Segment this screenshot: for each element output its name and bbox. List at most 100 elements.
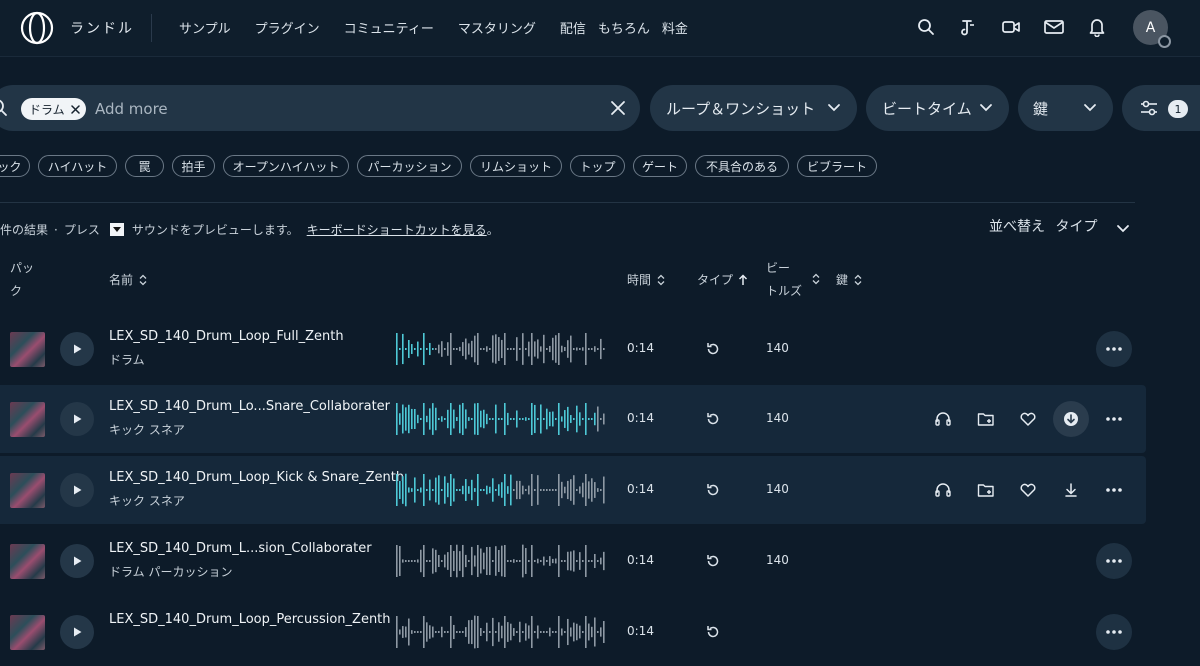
waveform-bar [489, 418, 491, 420]
tag-rimshot[interactable]: リムショット [470, 155, 562, 177]
waveform-bar [576, 560, 578, 562]
more-options-button[interactable] [1102, 478, 1126, 502]
video-icon[interactable] [1000, 16, 1022, 38]
col-type-header[interactable]: タイプ [697, 271, 748, 288]
search-icon[interactable] [915, 16, 937, 38]
waveform-bar [540, 346, 542, 352]
bpm-filter-dropdown[interactable]: ビートタイム [866, 85, 1009, 131]
more-options-button[interactable] [1096, 614, 1132, 650]
tag-snare[interactable]: 罠 [125, 155, 164, 177]
tag-vibrato[interactable]: ビブラート [797, 155, 877, 177]
more-filters-button[interactable] [1122, 85, 1200, 131]
waveform[interactable] [396, 402, 608, 436]
brand-name[interactable]: ランドル [70, 18, 134, 38]
tag-hihat[interactable]: ハイハット [38, 155, 117, 177]
nav-samples[interactable]: サンプル [179, 18, 231, 37]
play-button[interactable] [60, 615, 94, 649]
nav-community[interactable]: コミュニティー [344, 18, 434, 37]
sample-row[interactable]: LEX_SD_140_Drum_Loop_Kick & Snare_Zenth キ… [0, 456, 1146, 524]
more-options-button[interactable] [1102, 407, 1126, 431]
search-chip[interactable]: ドラム [21, 98, 86, 120]
waveform-bar [537, 475, 539, 505]
tag-kick[interactable]: ック [0, 155, 30, 177]
waveform-bar [540, 560, 542, 562]
more-options-icon [1106, 559, 1122, 563]
sample-duration: 0:14 [627, 624, 654, 638]
search-icon[interactable] [0, 98, 10, 122]
arrow-up-icon [738, 273, 748, 285]
tag-gate[interactable]: ゲート [633, 155, 687, 177]
play-button[interactable] [60, 332, 94, 366]
preview-add-button[interactable] [931, 407, 955, 431]
nav-pricing[interactable]: 料金 [662, 18, 688, 37]
sample-row[interactable]: LEX_SD_140_Drum_Loop_Full_Zenth ドラム 0:14 14… [0, 315, 1146, 383]
sample-name[interactable]: LEX_SD_140_Drum_Lo...Snare_Collaborater [109, 399, 390, 414]
download-button[interactable] [1059, 478, 1083, 502]
sort-control[interactable]: 並べ替え タイプ [989, 216, 1097, 236]
more-options-button[interactable] [1096, 331, 1132, 367]
tag-glitch[interactable]: 不具合のある [695, 155, 789, 177]
play-button[interactable] [60, 402, 94, 436]
sample-name[interactable]: LEX_SD_140_Drum_Loop_Percussion_Zenth [109, 612, 391, 627]
waveform-bar [579, 552, 581, 570]
sample-name[interactable]: LEX_SD_140_Drum_L...sion_Collaborater [109, 541, 372, 556]
sample-row[interactable]: LEX_SD_140_Drum_Lo...Snare_Collaborater キ… [0, 385, 1146, 453]
like-button[interactable] [1016, 478, 1040, 502]
sort-icon[interactable] [811, 273, 821, 285]
mail-icon[interactable] [1043, 16, 1065, 38]
remove-chip-icon[interactable] [70, 104, 80, 114]
key-filter-dropdown[interactable]: 鍵 [1018, 85, 1113, 131]
col-time-header[interactable]: 時間 [627, 271, 666, 288]
nav-of-course[interactable]: もちろん [598, 18, 650, 37]
waveform-bar [462, 631, 464, 633]
waveform[interactable] [396, 544, 608, 578]
col-key-header[interactable]: 鍵 [836, 271, 863, 288]
waveform[interactable] [396, 615, 608, 649]
sample-name[interactable]: LEX_SD_140_Drum_Loop_Full_Zenth [109, 329, 344, 344]
pack-thumbnail[interactable] [10, 332, 45, 367]
add-to-folder-button[interactable] [974, 407, 998, 431]
preview-add-button[interactable] [931, 478, 955, 502]
chevron-down-icon [1084, 104, 1096, 112]
search-input[interactable]: Add more [95, 100, 168, 118]
nav-mastering[interactable]: マスタリング [458, 18, 536, 37]
play-button[interactable] [60, 544, 94, 578]
tag-open-hihat[interactable]: オープンハイハット [223, 155, 349, 177]
sample-row[interactable]: LEX_SD_140_Drum_Loop_Percussion_Zenth 0:1… [0, 598, 1146, 666]
sample-name[interactable]: LEX_SD_140_Drum_Loop_Kick & Snare_Zenth [109, 470, 404, 485]
waveform-bar [429, 560, 431, 562]
sample-row[interactable]: LEX_SD_140_Drum_L...sion_Collaborater ドラム… [0, 527, 1146, 595]
more-options-button[interactable] [1096, 543, 1132, 579]
like-button[interactable] [1016, 407, 1040, 431]
tag-clap[interactable]: 拍手 [172, 155, 215, 177]
shortcuts-link[interactable]: キーボードショートカットを見る [307, 221, 487, 238]
pack-thumbnail[interactable] [10, 473, 45, 508]
play-button[interactable] [60, 473, 94, 507]
preview-hint: サウンドをプレビューします。 [131, 223, 299, 237]
waveform-bar [513, 559, 515, 563]
waveform-bar [468, 486, 470, 494]
waveform[interactable] [396, 473, 608, 507]
add-to-folder-button[interactable] [974, 478, 998, 502]
nav-plugins[interactable]: プラグイン [255, 18, 320, 37]
logo-icon[interactable] [18, 11, 56, 45]
tag-percussion[interactable]: パーカッション [357, 155, 462, 177]
pack-thumbnail[interactable] [10, 402, 45, 437]
sort-icon [657, 274, 665, 285]
bell-icon[interactable] [1086, 16, 1108, 38]
waveform[interactable] [396, 332, 608, 366]
waveform-bar [588, 560, 590, 562]
download-button[interactable] [1053, 401, 1089, 437]
tag-top[interactable]: トップ [570, 155, 625, 177]
waveform-bar [495, 546, 497, 576]
type-filter-dropdown[interactable]: ループ＆ワンショット [650, 85, 857, 131]
clear-search-icon[interactable] [609, 99, 627, 121]
key-filter-label: 鍵 [1033, 99, 1049, 118]
pack-thumbnail[interactable] [10, 615, 45, 650]
chevron-down-icon[interactable] [1116, 221, 1130, 235]
pack-thumbnail[interactable] [10, 544, 45, 579]
music-note-icon[interactable] [957, 16, 979, 38]
waveform-bar [525, 623, 527, 641]
col-name-header[interactable]: 名前 [109, 271, 148, 288]
nav-distribution[interactable]: 配信 [560, 18, 586, 37]
